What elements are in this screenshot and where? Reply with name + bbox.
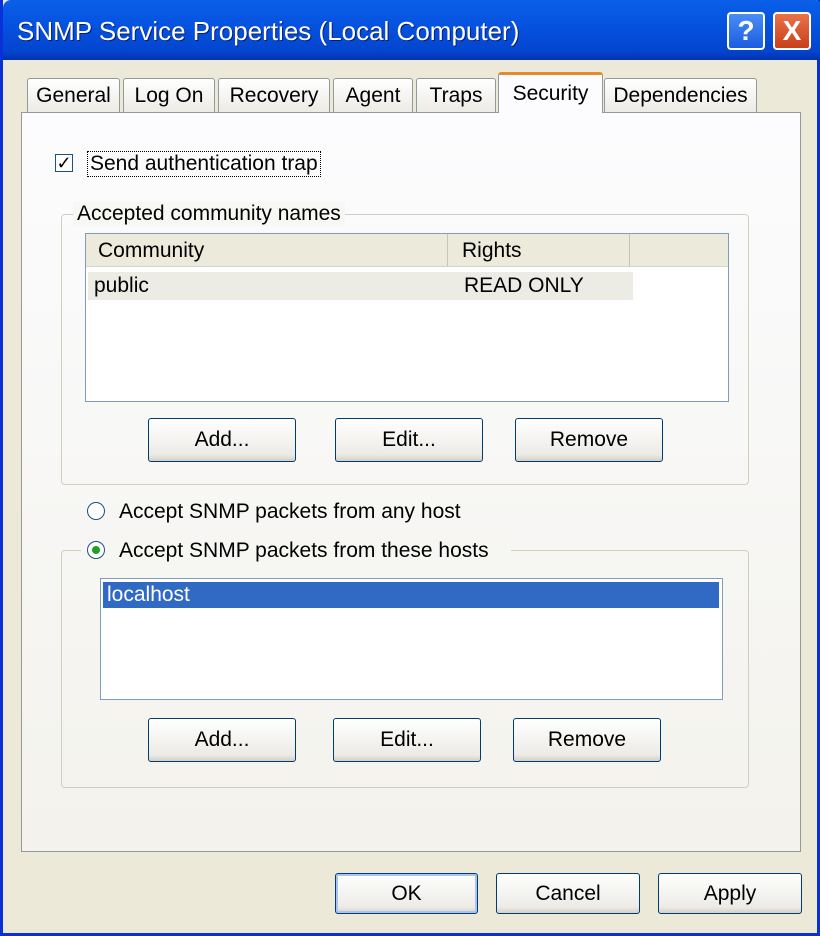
- hosts-edit-button[interactable]: Edit...: [333, 718, 481, 762]
- hosts-add-button[interactable]: Add...: [148, 718, 296, 762]
- accept-any-host-label[interactable]: Accept SNMP packets from any host: [119, 500, 461, 524]
- close-button[interactable]: X: [773, 12, 811, 50]
- tab-log-on[interactable]: Log On: [123, 78, 215, 112]
- ok-button[interactable]: OK: [335, 873, 478, 914]
- rights-cell: READ ONLY: [464, 274, 584, 297]
- hosts-remove-button[interactable]: Remove: [513, 718, 661, 762]
- send-auth-trap-checkbox[interactable]: ✓: [55, 154, 73, 172]
- list-item[interactable]: localhost: [103, 582, 719, 608]
- accept-any-host-radio[interactable]: [87, 502, 105, 520]
- tab-traps[interactable]: Traps: [416, 78, 496, 112]
- column-rights[interactable]: Rights: [448, 234, 630, 266]
- community-add-button[interactable]: Add...: [148, 418, 296, 462]
- window-title: SNMP Service Properties (Local Computer): [17, 16, 520, 46]
- hosts-list[interactable]: localhost: [100, 578, 723, 700]
- radio-dot: [92, 546, 100, 554]
- accept-these-hosts-radio[interactable]: [87, 541, 105, 559]
- table-row[interactable]: public READ ONLY: [88, 272, 633, 300]
- send-auth-trap-label[interactable]: Send authentication trap: [87, 151, 321, 177]
- title-bar[interactable]: SNMP Service Properties (Local Computer)…: [3, 0, 820, 60]
- tab-recovery[interactable]: Recovery: [218, 78, 330, 112]
- tab-dependencies[interactable]: Dependencies: [604, 78, 757, 112]
- community-edit-button[interactable]: Edit...: [335, 418, 483, 462]
- tab-security[interactable]: Security: [498, 72, 603, 113]
- tab-general[interactable]: General: [27, 78, 120, 112]
- dialog-window: SNMP Service Properties (Local Computer)…: [0, 0, 820, 936]
- cancel-button[interactable]: Cancel: [496, 873, 640, 914]
- tab-agent[interactable]: Agent: [333, 78, 413, 112]
- help-button[interactable]: ?: [727, 12, 765, 50]
- community-cell: public: [94, 274, 149, 297]
- column-community[interactable]: Community: [86, 234, 448, 266]
- community-list[interactable]: Community Rights public READ ONLY: [85, 233, 729, 402]
- apply-button[interactable]: Apply: [658, 873, 802, 914]
- accept-these-hosts-label[interactable]: Accept SNMP packets from these hosts: [119, 539, 489, 563]
- community-group-legend: Accepted community names: [73, 202, 345, 226]
- community-remove-button[interactable]: Remove: [515, 418, 663, 462]
